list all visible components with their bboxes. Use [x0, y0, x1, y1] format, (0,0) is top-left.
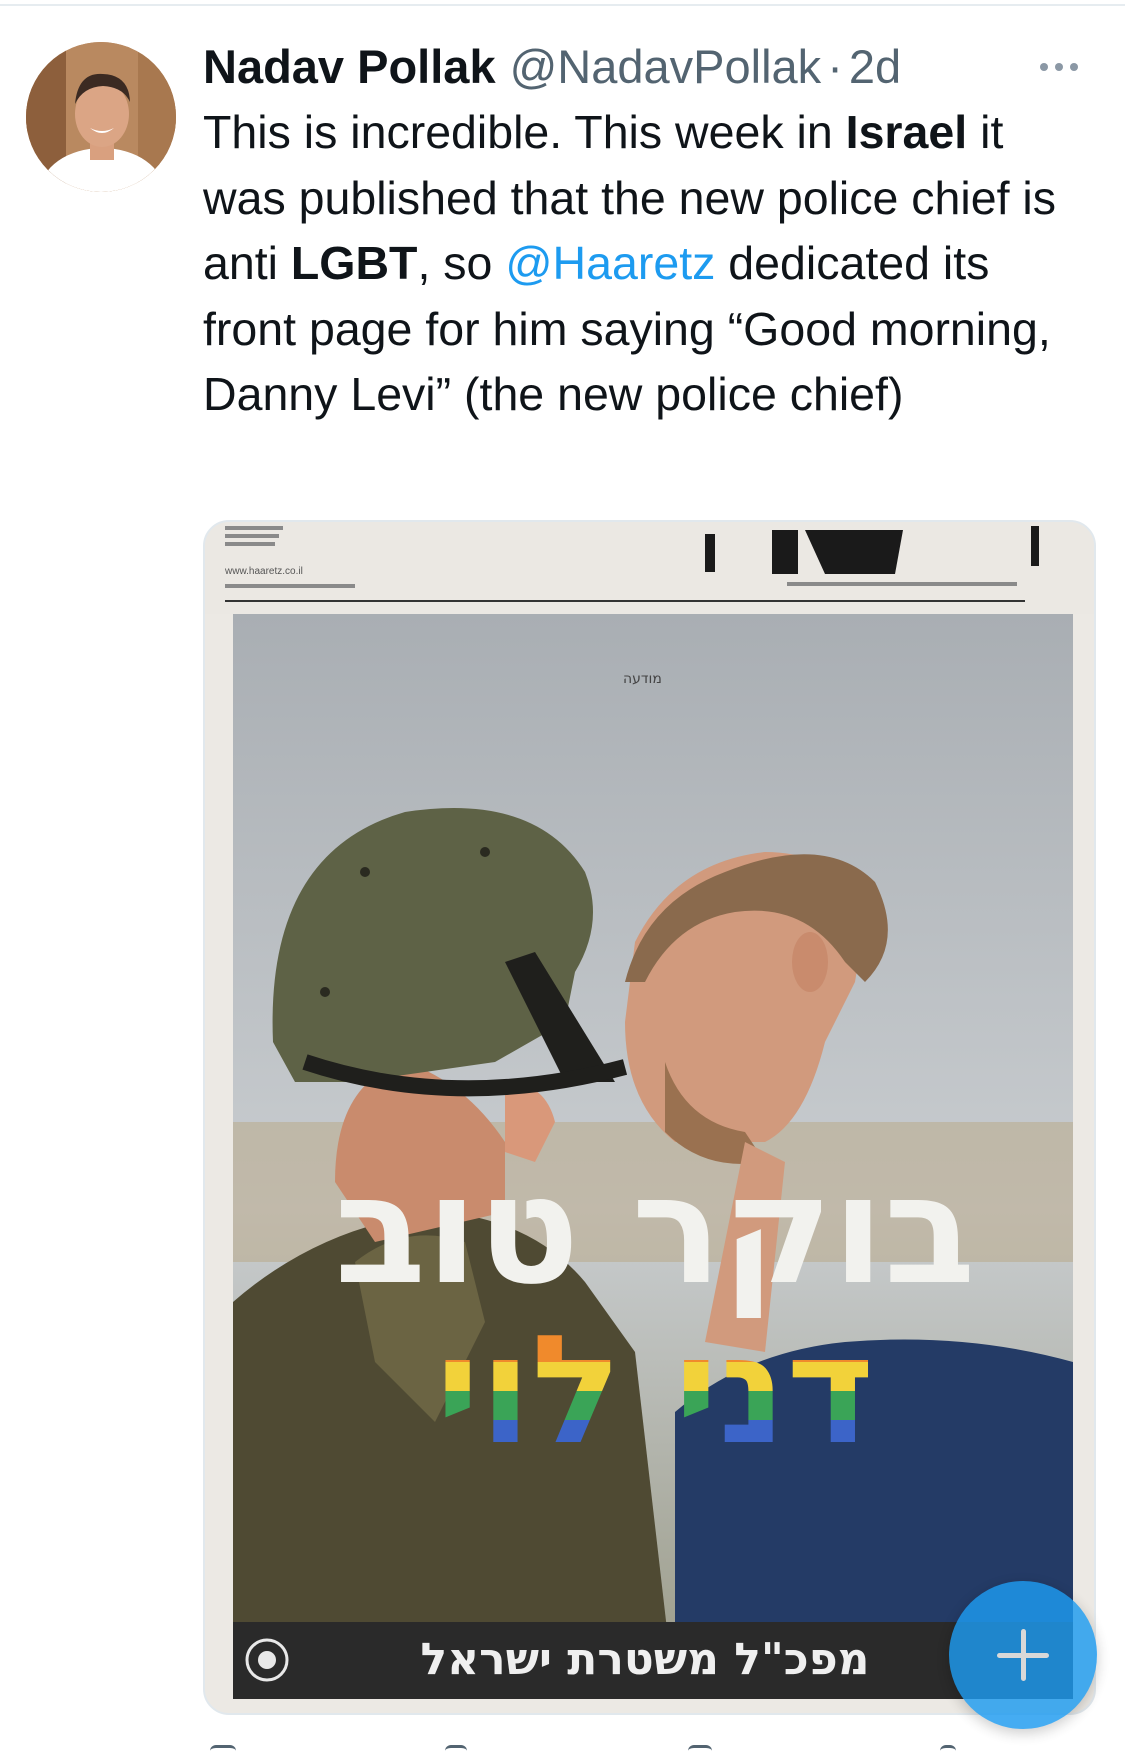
separator-dot: · — [827, 39, 843, 93]
headline-footer-police-chief: מפכ"ל משטרת ישראל — [421, 1634, 870, 1685]
author-handle[interactable]: @NadavPollak — [510, 39, 822, 94]
compose-fab-button[interactable] — [949, 1581, 1097, 1729]
mention-link-haaretz[interactable]: @Haaretz — [505, 237, 715, 289]
plus-icon — [997, 1629, 1049, 1681]
tweet-text: This is incredible. This week in Israel … — [203, 100, 1083, 428]
retweet-icon[interactable] — [445, 1745, 467, 1754]
ad-label: מודעה — [623, 671, 662, 687]
tweet-actions-row — [200, 1745, 1100, 1757]
tweet-text-bold-israel: Israel — [845, 106, 968, 158]
tweet-age[interactable]: 2d — [849, 39, 901, 94]
avatar[interactable] — [26, 42, 176, 192]
headline-good-morning: בוקר טוב — [335, 1144, 976, 1318]
top-divider — [0, 4, 1125, 6]
tweet-text-segment: This is incredible. This week in — [203, 106, 846, 158]
tweet-header: Nadav Pollak @NadavPollak · 2d — [203, 36, 1083, 96]
like-icon[interactable] — [688, 1745, 712, 1754]
views-icon[interactable] — [940, 1745, 956, 1754]
headline-danny-levi: דני לוי — [436, 1304, 875, 1478]
author-display-name[interactable]: Nadav Pollak — [203, 39, 496, 94]
avatar-photo — [26, 42, 176, 192]
newspaper-front-page: www.haaretz.co.il מודעה בוקר טוב דני לוי… — [205, 522, 1094, 1699]
tweet-text-segment: , so — [417, 237, 506, 289]
reply-icon[interactable] — [210, 1745, 236, 1754]
more-horizontal-icon[interactable] — [1040, 52, 1100, 82]
tweet-text-bold-lgbt: LGBT — [290, 237, 418, 289]
newspaper-website: www.haaretz.co.il — [224, 566, 303, 577]
tweet-media-image[interactable]: www.haaretz.co.il מודעה בוקר טוב דני לוי… — [203, 520, 1096, 1715]
